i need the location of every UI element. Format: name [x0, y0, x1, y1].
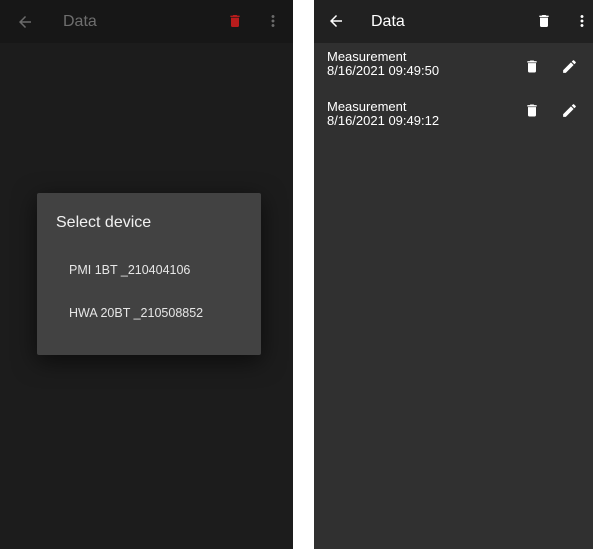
trash-icon[interactable]: [521, 99, 543, 121]
measurement-text: Measurement 8/16/2021 09:49:12: [327, 100, 439, 128]
page-title: Data: [63, 13, 97, 30]
device-option[interactable]: HWA 20BT _210508852: [51, 296, 247, 330]
measurement-list-item[interactable]: Measurement 8/16/2021 09:49:12: [314, 94, 593, 144]
left-app-bar: Data: [0, 0, 293, 43]
measurement-text: Measurement 8/16/2021 09:49:50: [327, 50, 439, 78]
measurement-list-item[interactable]: Measurement 8/16/2021 09:49:50: [314, 44, 593, 94]
page-title: Data: [371, 13, 405, 30]
more-vert-icon[interactable]: [572, 10, 592, 32]
device-option[interactable]: PMI 1BT _210404106: [51, 253, 247, 287]
right-app-bar: Data: [314, 0, 593, 43]
trash-icon[interactable]: [521, 55, 543, 77]
back-arrow-icon[interactable]: [324, 10, 348, 32]
trash-icon[interactable]: [224, 10, 246, 32]
more-vert-icon[interactable]: [263, 10, 283, 32]
measurement-name: Measurement: [327, 99, 407, 114]
measurement-timestamp: 8/16/2021 09:49:50: [327, 63, 440, 78]
pencil-icon[interactable]: [558, 99, 580, 121]
back-arrow-icon[interactable]: [14, 11, 36, 33]
measurement-name: Measurement: [327, 49, 407, 64]
select-device-dialog: Select device PMI 1BT _210404106 HWA 20B…: [37, 193, 261, 355]
left-phone-screen: Data Select device PMI 1BT _210404106 HW…: [0, 0, 293, 549]
trash-icon[interactable]: [533, 10, 555, 32]
pencil-icon[interactable]: [558, 55, 580, 77]
measurement-timestamp: 8/16/2021 09:49:12: [327, 113, 440, 128]
dialog-title: Select device: [56, 214, 152, 231]
right-phone-screen: Data Measurement 8/16/2021 09:49:50 Meas…: [314, 0, 593, 549]
